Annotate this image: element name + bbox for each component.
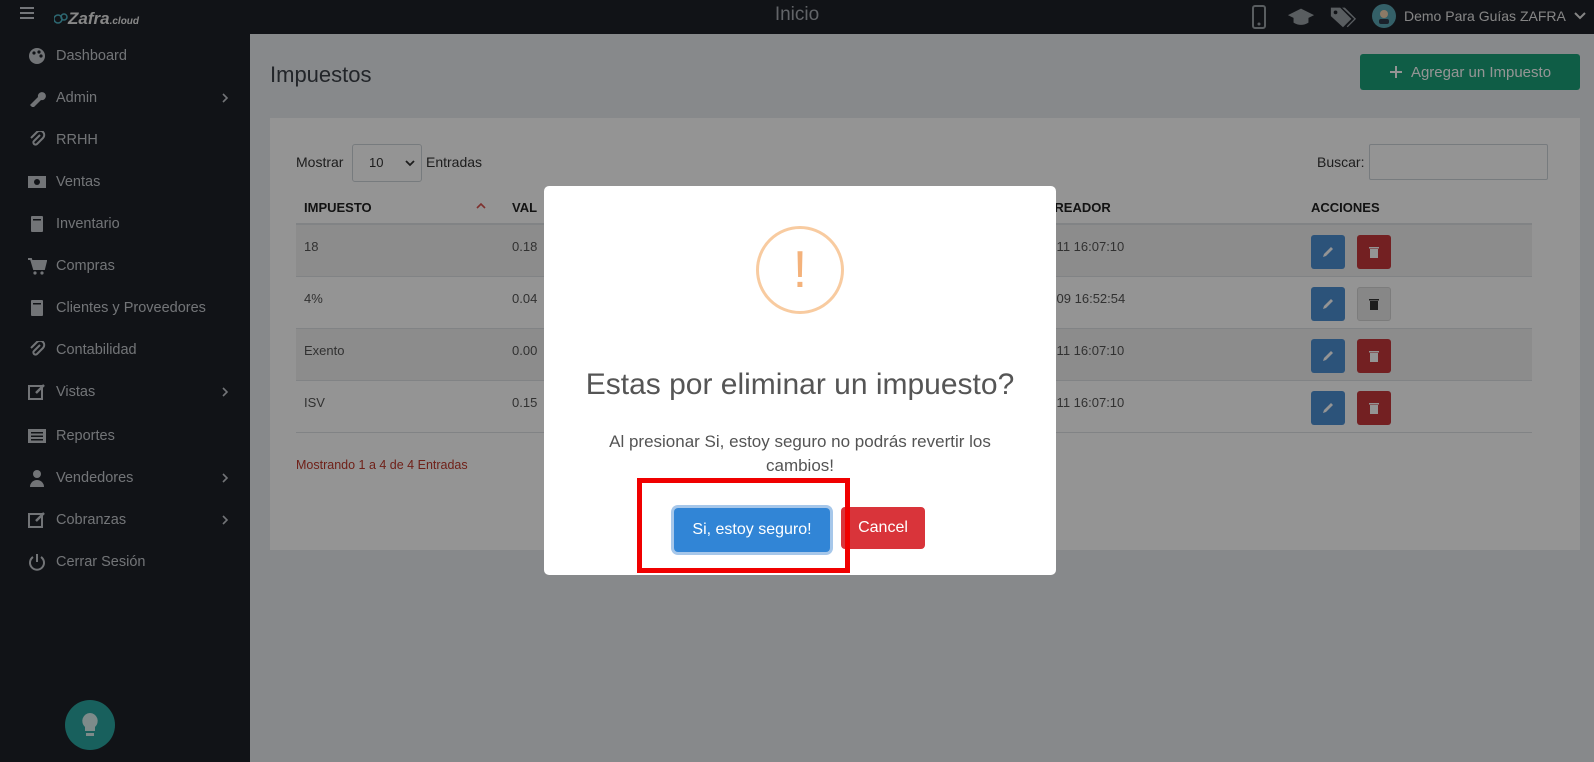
- dialog-title: Estas por eliminar un impuesto?: [585, 368, 1015, 401]
- warning-icon: !: [756, 226, 844, 314]
- dialog-message: Al presionar Si, estoy seguro no podrás …: [609, 432, 991, 475]
- cancel-button[interactable]: Cancel: [841, 507, 925, 549]
- highlight-box: [637, 478, 850, 573]
